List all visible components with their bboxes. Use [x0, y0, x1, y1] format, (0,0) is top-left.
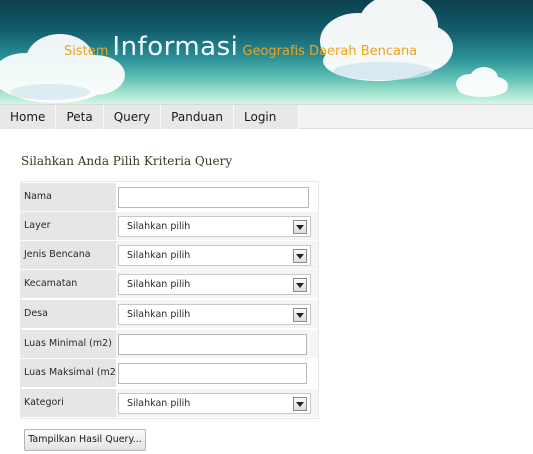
field-cell: Silahkan pilih	[116, 212, 318, 240]
menu-item-peta[interactable]: Peta	[56, 105, 104, 129]
field-label: Jenis Bencana	[21, 241, 116, 269]
row-luas-minimal: Luas Minimal (m2)	[21, 330, 318, 359]
field-label: Nama	[21, 183, 116, 211]
field-cell	[116, 359, 318, 387]
chevron-down-icon[interactable]	[293, 308, 307, 322]
layer-select[interactable]: Silahkan pilih	[118, 216, 311, 237]
chevron-down-icon[interactable]	[293, 220, 307, 234]
row-kategori: Kategori Silahkan pilih	[21, 389, 318, 418]
luas-maksimal-input[interactable]	[118, 363, 307, 384]
cloud-small-icon	[456, 67, 508, 97]
jenis-bencana-select[interactable]: Silahkan pilih	[118, 245, 311, 266]
field-cell	[116, 330, 318, 358]
select-value: Silahkan pilih	[127, 309, 191, 320]
luas-minimal-input[interactable]	[118, 334, 307, 355]
site-title-suffix: Geografis Daerah Bencana	[242, 44, 418, 59]
select-value: Silahkan pilih	[127, 221, 191, 232]
nama-input[interactable]	[118, 187, 309, 208]
site-title-prefix: Sistem	[64, 44, 109, 59]
header-banner: Sistem Informasi Geografis Daerah Bencan…	[0, 0, 533, 104]
field-label: Luas Maksimal (m2)	[21, 359, 120, 387]
row-desa: Desa Silahkan pilih	[21, 300, 318, 329]
kategori-select[interactable]: Silahkan pilih	[118, 393, 311, 414]
main-menu: Home Peta Query Panduan Login	[0, 104, 533, 129]
row-layer: Layer Silahkan pilih	[21, 212, 318, 241]
field-label: Kategori	[21, 389, 116, 417]
page-heading: Silahkan Anda Pilih Kriteria Query	[21, 154, 233, 168]
field-label: Desa	[21, 300, 116, 328]
desa-select[interactable]: Silahkan pilih	[118, 304, 311, 325]
select-value: Silahkan pilih	[127, 250, 191, 261]
menu-item-query[interactable]: Query	[104, 105, 162, 129]
row-nama: Nama	[21, 183, 318, 212]
field-label: Luas Minimal (m2)	[21, 330, 116, 358]
field-cell: Silahkan pilih	[116, 241, 318, 269]
chevron-down-icon[interactable]	[293, 397, 307, 411]
site-title: Sistem Informasi Geografis Daerah Bencan…	[64, 32, 417, 72]
field-cell: Silahkan pilih	[116, 270, 318, 298]
row-jenis-bencana: Jenis Bencana Silahkan pilih	[21, 241, 318, 270]
show-query-results-button[interactable]: Tampilkan Hasil Query...	[24, 429, 146, 451]
field-cell: Silahkan pilih	[116, 300, 318, 328]
chevron-down-icon[interactable]	[293, 249, 307, 263]
menu-items: Home Peta Query Panduan Login	[0, 105, 300, 129]
kecamatan-select[interactable]: Silahkan pilih	[118, 274, 311, 295]
field-cell	[116, 183, 318, 211]
menu-item-home[interactable]: Home	[0, 105, 57, 129]
field-label: Layer	[21, 212, 116, 240]
row-luas-maksimal: Luas Maksimal (m2)	[21, 359, 318, 388]
field-label: Kecamatan	[21, 270, 116, 298]
select-value: Silahkan pilih	[127, 279, 191, 290]
row-kecamatan: Kecamatan Silahkan pilih	[21, 270, 318, 299]
query-form: Nama Layer Silahkan pilih Jenis Bencana …	[20, 181, 319, 419]
menu-item-login[interactable]: Login	[234, 105, 300, 129]
select-value: Silahkan pilih	[127, 398, 191, 409]
menu-item-panduan[interactable]: Panduan	[161, 105, 234, 129]
field-cell: Silahkan pilih	[116, 389, 318, 417]
chevron-down-icon[interactable]	[293, 278, 307, 292]
site-title-main: Informasi	[112, 32, 239, 62]
